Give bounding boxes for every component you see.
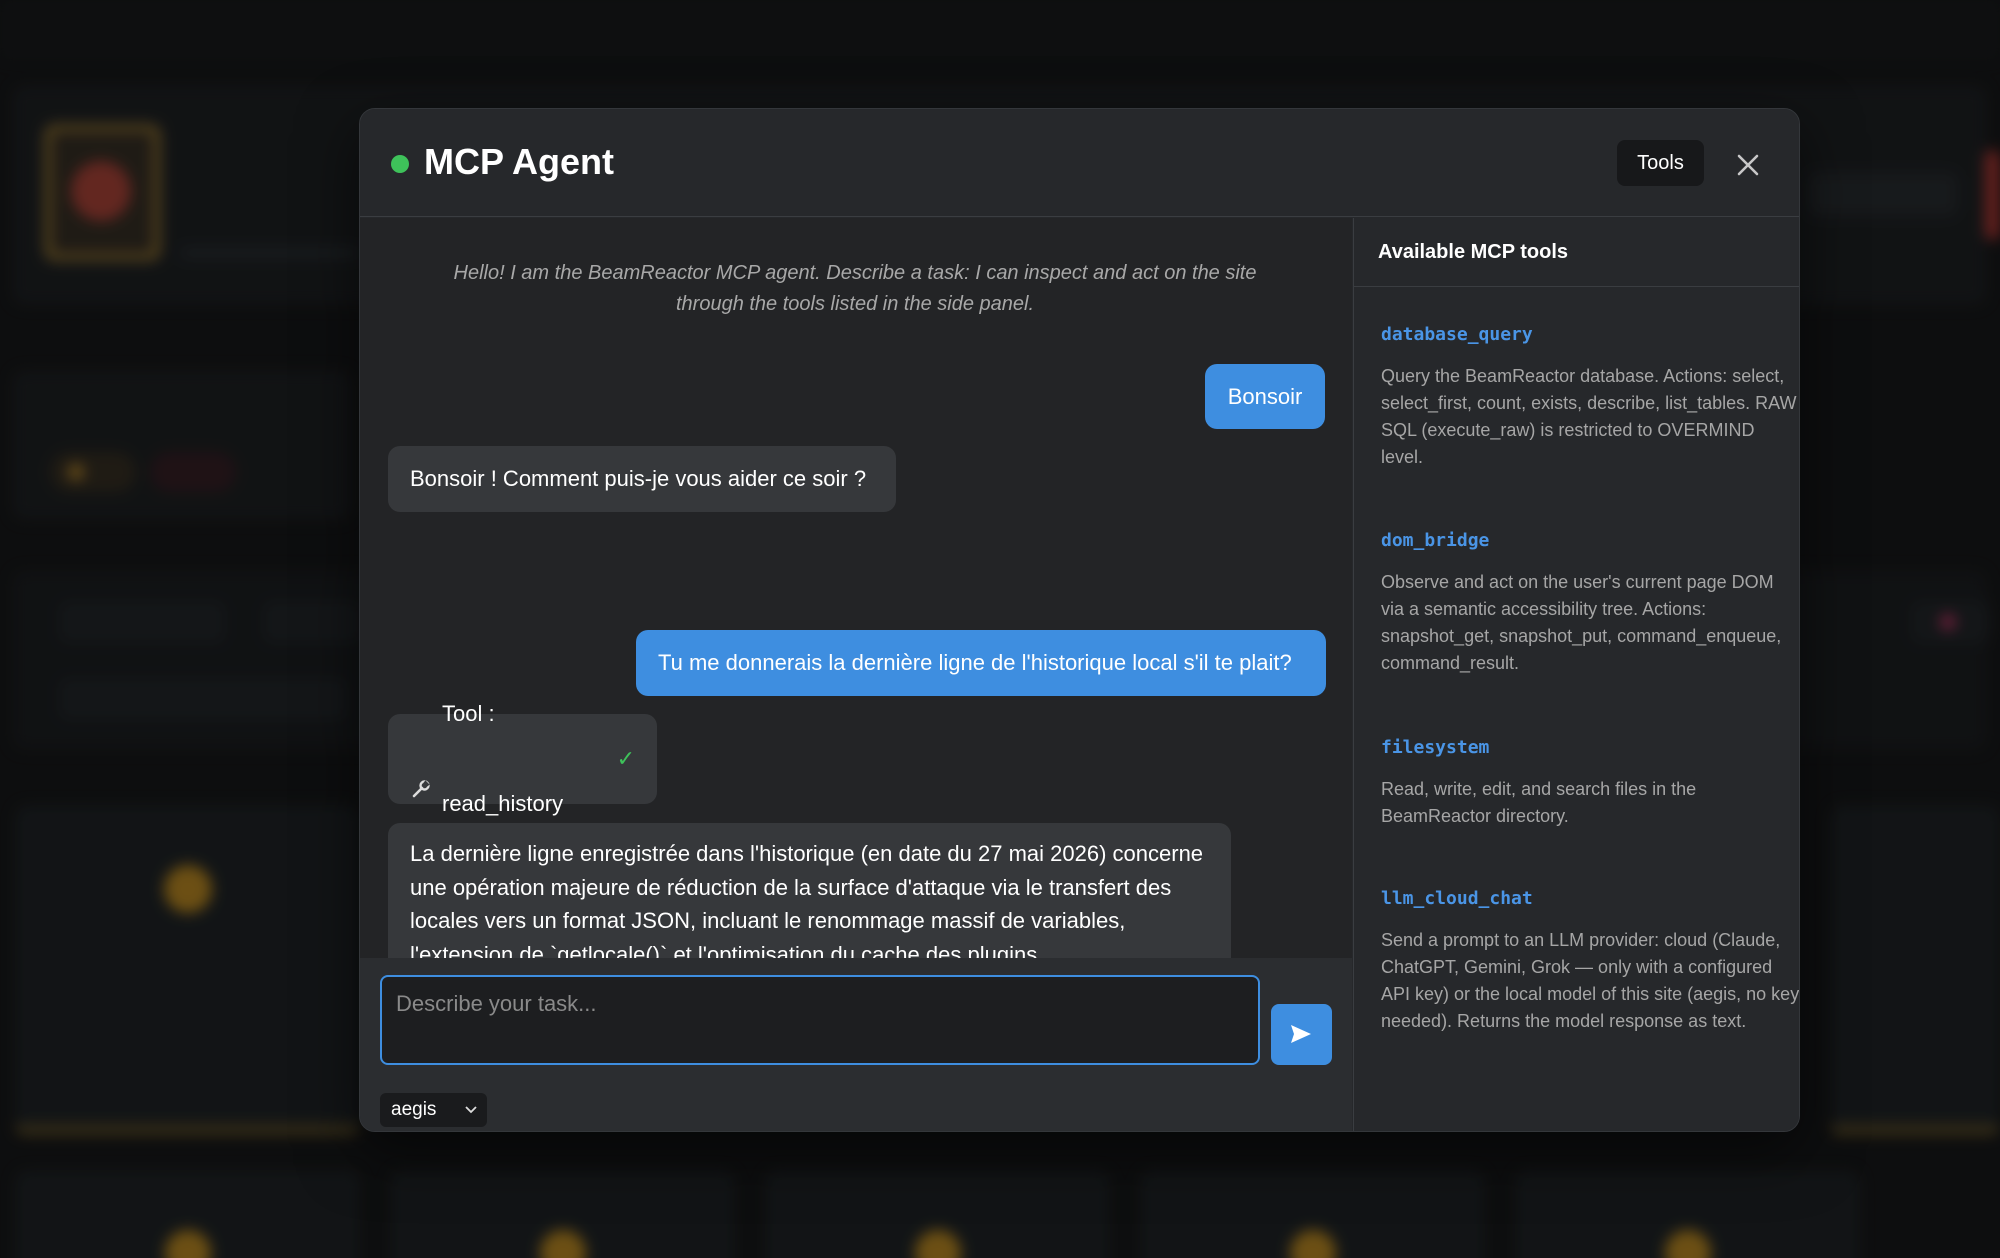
- task-input[interactable]: [380, 975, 1260, 1065]
- wrench-icon: [410, 748, 432, 798]
- tool-item: database_query Query the BeamReactor dat…: [1381, 324, 1799, 471]
- send-button[interactable]: [1271, 1004, 1332, 1065]
- close-icon[interactable]: [1730, 147, 1766, 183]
- tool-item: llm_cloud_chat Send a prompt to an LLM p…: [1381, 888, 1800, 1035]
- model-select-value: aegis: [391, 1099, 437, 1120]
- tools-panel-title: Available MCP tools: [1354, 218, 1799, 287]
- status-online-icon: [391, 155, 409, 173]
- chat-pane: Hello! I am the BeamReactor MCP agent. D…: [360, 218, 1352, 989]
- tool-call-message: Tool : read_history ✓: [388, 701, 657, 816]
- user-message: Bonsoir: [1205, 364, 1325, 429]
- tool-item: filesystem Read, write, edit, and search…: [1381, 737, 1799, 830]
- tool-item: dom_bridge Observe and act on the user's…: [1381, 530, 1799, 677]
- tools-panel: Available MCP tools database_query Query…: [1353, 218, 1800, 1131]
- modal-title: MCP Agent: [424, 141, 615, 182]
- modal-header: MCP Agent Tools: [360, 109, 1799, 217]
- tool-name: database_query: [1381, 324, 1533, 345]
- send-icon: [1291, 1025, 1311, 1043]
- assistant-message: Bonsoir ! Comment puis-je vous aider ce …: [388, 446, 896, 512]
- tool-description: Read, write, edit, and search files in t…: [1381, 779, 1697, 826]
- chevron-down-icon: [465, 1106, 477, 1114]
- model-select[interactable]: aegis: [380, 1093, 487, 1127]
- check-icon: ✓: [616, 746, 635, 771]
- composer: aegis: [360, 958, 1352, 1131]
- intro-message: Hello! I am the BeamReactor MCP agent. D…: [453, 262, 1257, 315]
- tool-description: Observe and act on the user's current pa…: [1381, 572, 1782, 673]
- tool-description: Send a prompt to an LLM provider: cloud …: [1381, 930, 1800, 1031]
- tool-description: Query the BeamReactor database. Actions:…: [1381, 366, 1797, 467]
- tool-call-label: Tool : read_history: [442, 701, 564, 816]
- tool-name: dom_bridge: [1381, 530, 1490, 551]
- tool-name: llm_cloud_chat: [1381, 888, 1533, 909]
- tools-button[interactable]: Tools: [1617, 140, 1704, 186]
- tool-name: filesystem: [1381, 737, 1490, 758]
- user-message: Tu me donnerais la dernière ligne de l'h…: [636, 630, 1326, 696]
- mcp-agent-modal: MCP Agent Tools Hello! I am the BeamReac…: [359, 108, 1800, 1132]
